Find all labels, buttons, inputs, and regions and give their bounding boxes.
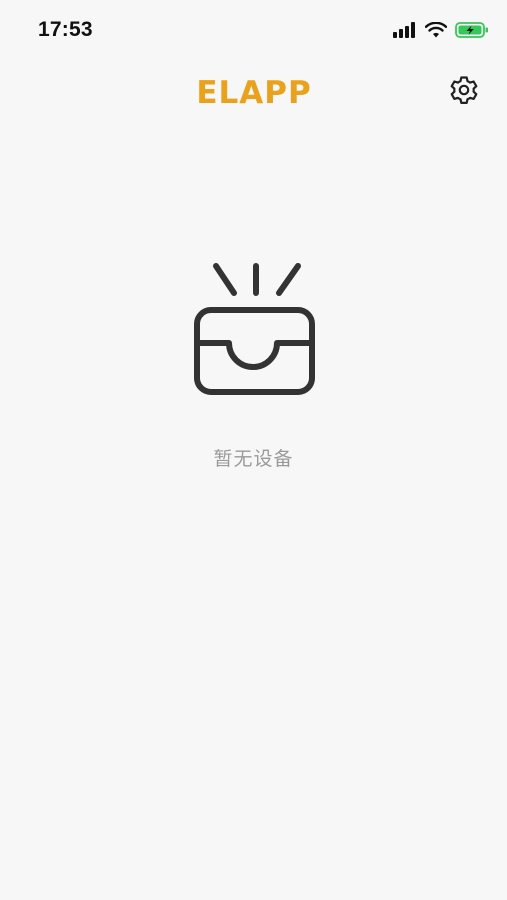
status-time: 17:53 — [38, 18, 93, 41]
status-bar: 17:53 — [0, 0, 507, 60]
battery-charging-icon — [455, 22, 488, 38]
empty-state-message: 暂无设备 — [213, 449, 294, 470]
app-logo-text: ELAPP — [196, 75, 311, 110]
header: ELAPP — [0, 60, 507, 124]
cellular-signal-icon — [393, 22, 415, 38]
wifi-icon — [425, 22, 447, 38]
status-icons — [393, 20, 489, 40]
empty-inbox-icon — [194, 263, 315, 395]
app-logo: ELAPP — [196, 75, 311, 110]
gear-icon[interactable] — [448, 74, 480, 106]
